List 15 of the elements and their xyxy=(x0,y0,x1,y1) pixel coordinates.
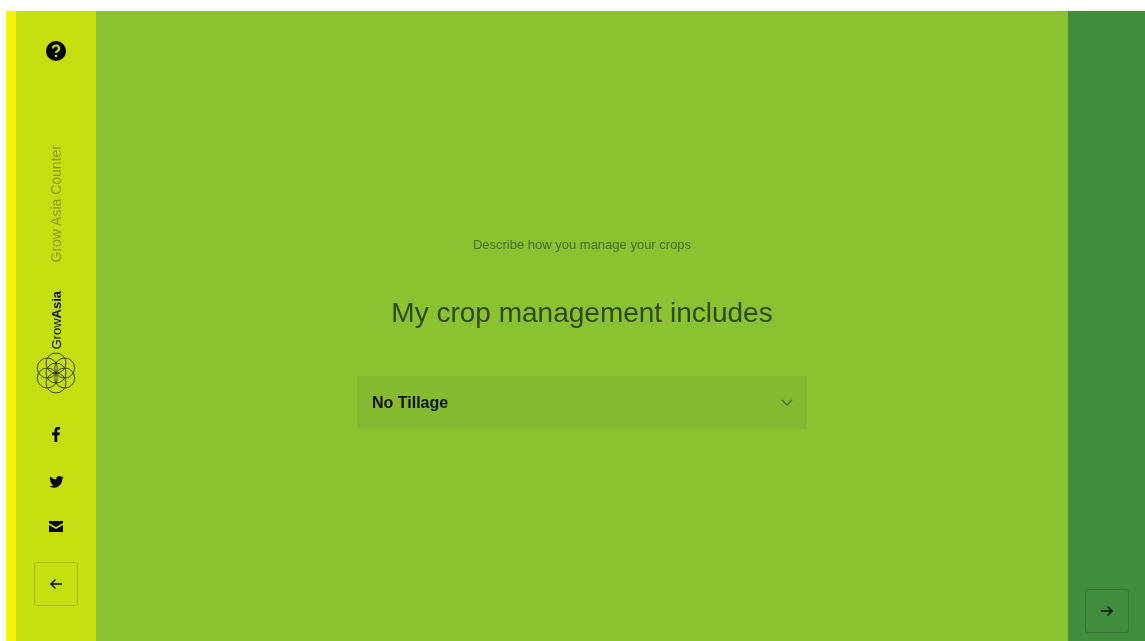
mail-icon[interactable] xyxy=(49,521,63,533)
question-hint: Describe how you manage your crops xyxy=(472,237,692,252)
facebook-icon[interactable] xyxy=(52,427,60,443)
left-arrow-icon xyxy=(49,578,63,591)
question-title: My crop management includes xyxy=(391,297,773,329)
back-button[interactable] xyxy=(34,562,78,607)
flower-logo-icon xyxy=(34,351,78,396)
crop-management-dropdown[interactable]: No Tillage xyxy=(357,376,807,429)
twitter-icon[interactable] xyxy=(48,476,64,489)
app-title: Grow Asia Counter xyxy=(48,145,64,263)
right-arrow-icon xyxy=(1099,605,1114,617)
chevron-down-icon xyxy=(781,399,793,406)
logo-text: GrowAsia xyxy=(48,290,64,350)
help-icon[interactable] xyxy=(46,41,66,61)
next-button[interactable] xyxy=(1084,589,1129,633)
